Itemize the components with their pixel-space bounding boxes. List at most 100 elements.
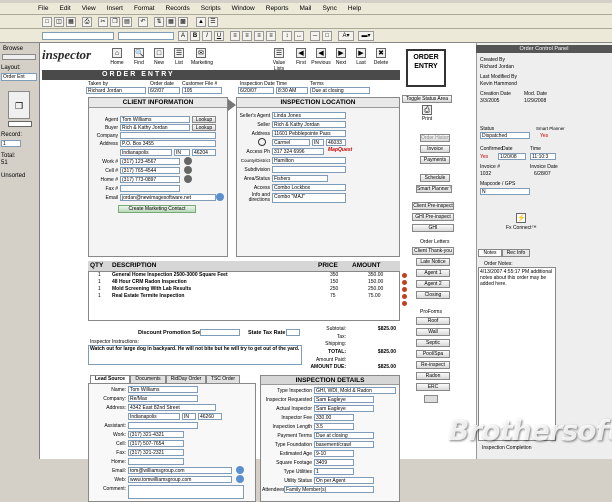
inspector-requested-field[interactable]: Sam Eagleye bbox=[314, 396, 374, 403]
lead-home-field[interactable] bbox=[128, 458, 184, 465]
italic-icon[interactable]: I bbox=[202, 31, 212, 41]
order-entry-button[interactable]: ORDER ENTRY bbox=[406, 49, 446, 87]
delete-row-icon[interactable] bbox=[402, 287, 407, 292]
payment-terms-field[interactable]: Due at closing bbox=[314, 432, 374, 439]
comment-field[interactable] bbox=[128, 485, 244, 499]
list-icon[interactable]: ☰ bbox=[208, 17, 218, 27]
align-center-icon[interactable]: ≡ bbox=[242, 31, 252, 41]
assistant-field[interactable] bbox=[128, 422, 198, 429]
menu-view[interactable]: View bbox=[82, 5, 96, 12]
grid-icon[interactable]: ▩ bbox=[178, 17, 188, 27]
value-lists-icon[interactable]: ☰ bbox=[274, 48, 284, 58]
lead-work-field[interactable]: (317) 321-4321 bbox=[128, 431, 184, 438]
phone-icon[interactable] bbox=[184, 157, 192, 165]
tab-rec-info[interactable]: Rec Info bbox=[502, 249, 530, 257]
agent-1-button[interactable]: Agent 1 bbox=[416, 269, 450, 277]
discount-field[interactable] bbox=[200, 329, 240, 336]
sellers-agent-field[interactable]: Linda Jones bbox=[272, 112, 346, 119]
spacing-icon[interactable]: ↔ bbox=[294, 31, 304, 41]
location-address-field[interactable]: 11601 Pebblepointe Pass bbox=[272, 130, 346, 137]
globe-icon[interactable] bbox=[236, 475, 244, 483]
inspection-date-field[interactable]: 6/20/07 bbox=[238, 87, 274, 94]
align-left-icon[interactable]: ≡ bbox=[230, 31, 240, 41]
seller-field[interactable]: Rich & Kathy Jordan bbox=[272, 121, 346, 128]
ghi-button[interactable]: GHI bbox=[412, 224, 454, 232]
invoice-button[interactable]: Invoice bbox=[420, 145, 450, 153]
agent-lookup-button[interactable]: Lookup bbox=[192, 116, 216, 123]
tab-tsc-order[interactable]: TSC Order bbox=[206, 375, 240, 383]
info-directions-field[interactable]: Combo "MAJ" bbox=[272, 193, 346, 203]
underline-icon[interactable]: U bbox=[214, 31, 224, 41]
county-field[interactable]: Hamilton bbox=[272, 157, 346, 164]
late-notice-button[interactable]: Late Notice bbox=[416, 258, 450, 266]
font-select[interactable] bbox=[42, 32, 114, 40]
ghi-pre-inspect-button[interactable]: GHI Pre-inspect bbox=[412, 213, 454, 221]
print-icon[interactable]: ⎙ bbox=[82, 17, 92, 27]
align-right-icon[interactable]: ≡ bbox=[254, 31, 264, 41]
list-icon[interactable]: ☰ bbox=[174, 48, 184, 58]
area-status-field[interactable]: Fishers bbox=[272, 175, 328, 182]
square-footage-field[interactable]: 3409 bbox=[314, 459, 354, 466]
next-icon[interactable]: ▶ bbox=[336, 48, 346, 58]
last-icon[interactable]: ▶ bbox=[356, 48, 366, 58]
record-book-icon[interactable]: ❒ bbox=[8, 91, 30, 119]
record-slider[interactable] bbox=[8, 121, 32, 127]
line-style-icon[interactable]: ─ bbox=[310, 31, 320, 41]
sort-icon[interactable]: ⇅ bbox=[154, 17, 164, 27]
delete-row-icon[interactable] bbox=[402, 280, 407, 285]
agent-field[interactable]: Tom Williams bbox=[120, 116, 190, 123]
tab-lead-source[interactable]: Lead Source bbox=[90, 375, 130, 383]
record-field[interactable]: 1 bbox=[1, 140, 21, 147]
smart-planner-button[interactable]: Smart Planner™ bbox=[416, 185, 452, 193]
phone-icon[interactable] bbox=[184, 166, 192, 174]
type-utilities-field[interactable]: 1 bbox=[314, 468, 354, 475]
menu-records[interactable]: Records bbox=[166, 5, 190, 12]
mode-tools[interactable] bbox=[2, 54, 36, 60]
home-icon[interactable]: ⌂ bbox=[112, 48, 122, 58]
delete-icon[interactable]: ✖ bbox=[376, 48, 386, 58]
septic-button[interactable]: Septic bbox=[416, 339, 450, 347]
table-row[interactable]: 1 48 Hour CRM Radon Inspection 150 150.0… bbox=[90, 279, 396, 286]
time-field[interactable]: 8:30 AM bbox=[276, 87, 308, 94]
terms-field[interactable]: Due at closing bbox=[310, 87, 370, 94]
confirmed-time-field[interactable]: 11:10:3 bbox=[530, 153, 556, 160]
menu-edit[interactable]: Edit bbox=[59, 5, 70, 12]
toggle-status-area-button[interactable]: Toggle Status Area bbox=[402, 95, 452, 103]
lead-zip-field[interactable]: 46260 bbox=[198, 413, 222, 420]
connect-icon[interactable]: ⚡ bbox=[516, 213, 526, 223]
buyer-lookup-button[interactable]: Lookup bbox=[192, 124, 216, 131]
copy-icon[interactable]: ❐ bbox=[110, 17, 120, 27]
previous-icon[interactable]: ◀ bbox=[316, 48, 326, 58]
type-inspection-field[interactable]: GHI, WDI, Mold & Radon bbox=[314, 387, 396, 394]
cell-field[interactable]: (317) 765-4544 bbox=[120, 167, 180, 174]
zip-field[interactable]: 46204 bbox=[192, 149, 216, 156]
phone-icon[interactable] bbox=[184, 175, 192, 183]
company-field[interactable] bbox=[120, 132, 216, 139]
inspection-length-field[interactable]: 3.5 bbox=[314, 423, 354, 430]
create-marketing-contact-button[interactable]: Create Marketing Contact bbox=[118, 205, 196, 213]
address-field[interactable]: P.O. Box 3455 bbox=[120, 140, 216, 147]
location-state-field[interactable]: IN bbox=[312, 139, 324, 146]
menu-file[interactable]: File bbox=[38, 5, 48, 12]
shape-icon[interactable]: □ bbox=[322, 31, 332, 41]
save-icon[interactable]: ▦ bbox=[66, 17, 76, 27]
open-icon[interactable]: ◫ bbox=[54, 17, 64, 27]
re-inspect-button[interactable]: Re-inspect bbox=[416, 361, 450, 369]
first-icon[interactable]: ◀ bbox=[296, 48, 306, 58]
lead-address-field[interactable]: 4342 East 82nd Street bbox=[128, 404, 216, 411]
email-icon[interactable] bbox=[236, 466, 244, 474]
fax-field[interactable] bbox=[120, 185, 180, 192]
menu-reports[interactable]: Reports bbox=[266, 5, 289, 12]
lead-company-field[interactable]: Re/Max bbox=[128, 395, 198, 402]
home-field[interactable]: (317) 773-0897 bbox=[120, 176, 180, 183]
increase-font-icon[interactable]: A bbox=[178, 31, 188, 41]
menu-scripts[interactable]: Scripts bbox=[201, 5, 221, 12]
order-history-button[interactable]: Order History bbox=[420, 134, 450, 142]
attendees-field[interactable]: Family Member(s) bbox=[284, 486, 374, 493]
find-icon[interactable]: 🔍 bbox=[134, 48, 144, 58]
bold-icon[interactable]: B bbox=[190, 31, 200, 41]
work-field[interactable]: (317) 123-4567 bbox=[120, 158, 180, 165]
client-pre-inspect-button[interactable]: Client Pre-inspect bbox=[412, 202, 454, 210]
order-date-field[interactable]: 6/2/07 bbox=[148, 87, 180, 94]
table-row[interactable]: 1 General Home Inspection 2500-3000 Squa… bbox=[90, 272, 396, 279]
